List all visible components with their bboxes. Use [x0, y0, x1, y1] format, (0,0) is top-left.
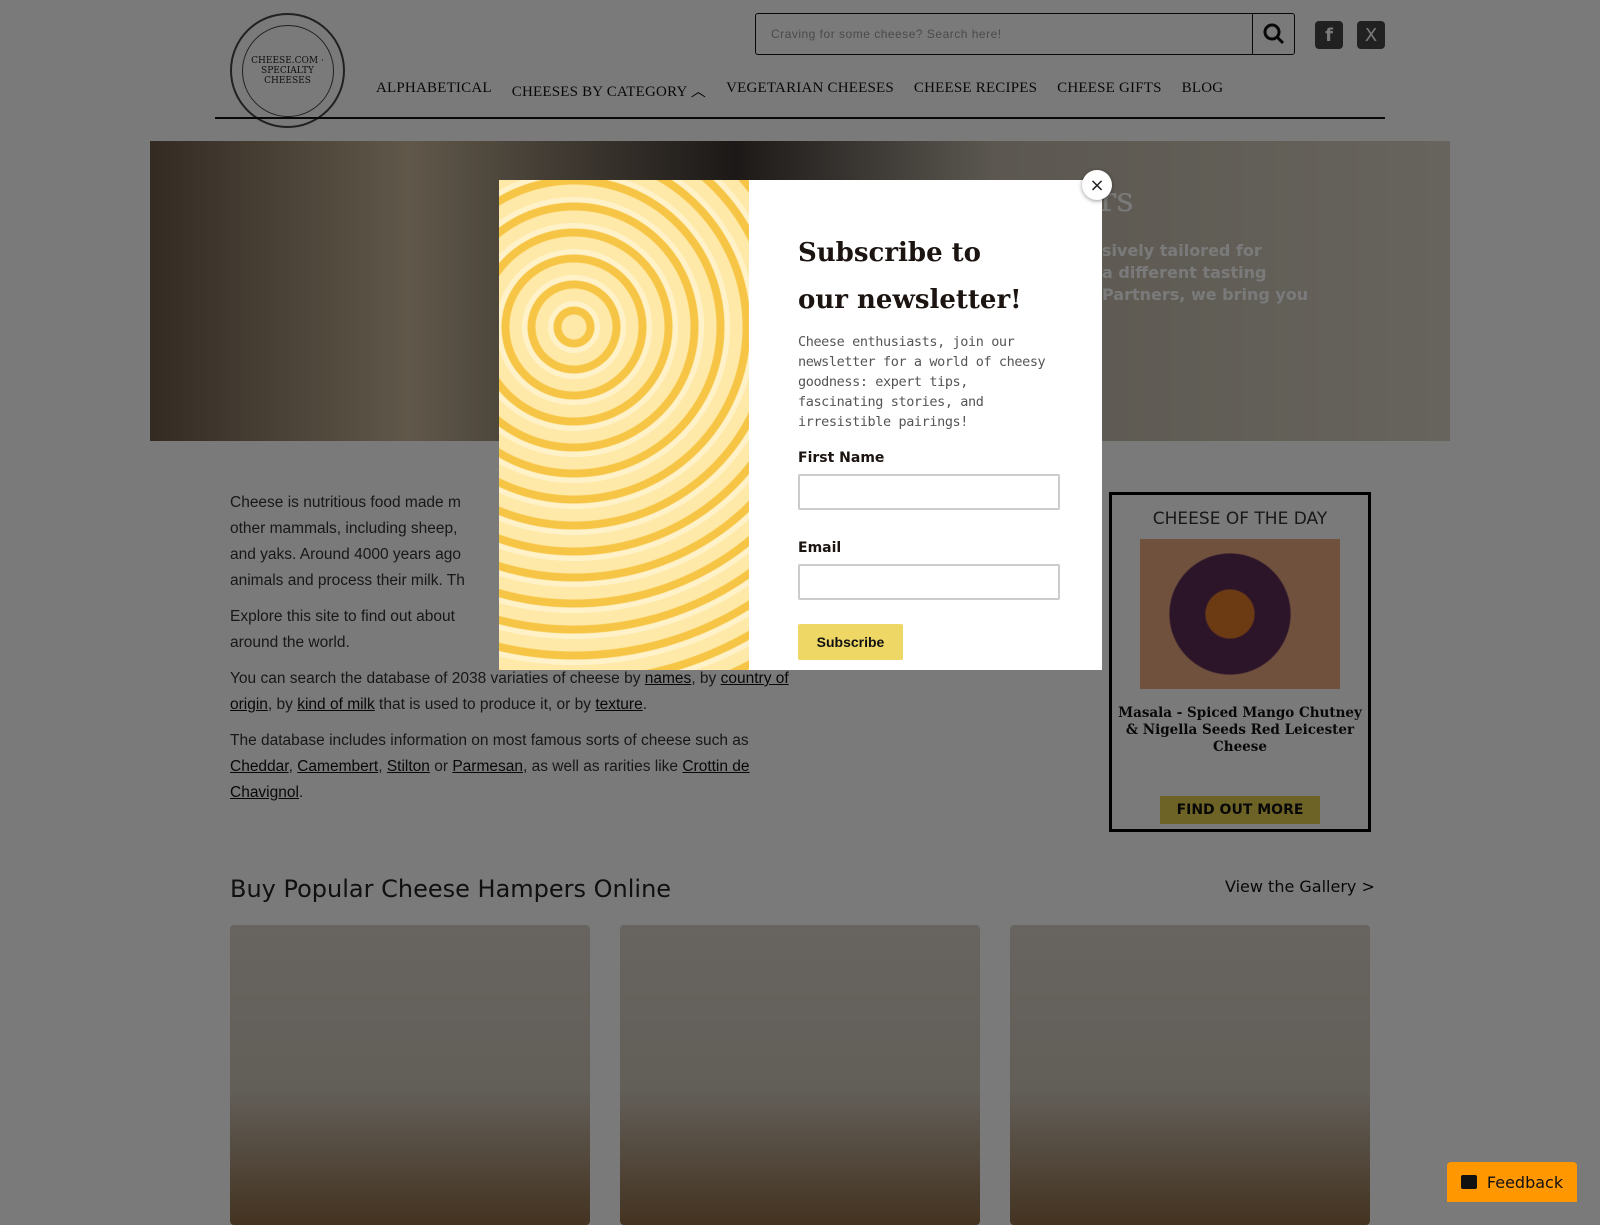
feedback-button[interactable]: Feedback: [1447, 1162, 1577, 1202]
hero-line: sively tailored for: [1102, 241, 1262, 260]
feedback-icon: [1460, 1175, 1477, 1189]
nav-vegetarian[interactable]: VEGETARIAN CHEESES: [726, 80, 894, 101]
cotd-name[interactable]: Masala - Spiced Mango Chutney & Nigella …: [1112, 705, 1368, 756]
newsletter-popup: Subscribe to our newsletter! Cheese enthu…: [749, 180, 1102, 670]
link-names[interactable]: names: [645, 670, 692, 687]
close-popup-button[interactable]: ×: [1082, 170, 1112, 200]
search-icon: [1263, 23, 1284, 45]
cotd-title: CHEESE OF THE DAY: [1152, 509, 1328, 529]
search-input[interactable]: [756, 14, 1252, 54]
hampers-heading: Buy Popular Cheese Hampers Online: [230, 875, 672, 903]
link-milk[interactable]: kind of milk: [297, 696, 375, 713]
link-parmesan[interactable]: Parmesan: [452, 758, 523, 775]
hero-line: a different tasting: [1102, 263, 1267, 282]
popup-cheese-illustration: [499, 180, 749, 670]
logo-text: CHEESE.COM · SPECIALTY CHEESES: [241, 24, 334, 117]
main-nav: ALPHABETICAL CHEESES BY CATEGORY ︿ VEGET…: [376, 80, 1223, 101]
nav-label: CHEESES BY CATEGORY: [511, 84, 687, 100]
header-divider: [215, 117, 1385, 119]
view-gallery-link[interactable]: View the Gallery >: [1225, 877, 1375, 896]
find-out-more-button[interactable]: FIND OUT MORE: [1159, 796, 1321, 824]
nav-alphabetical[interactable]: ALPHABETICAL: [376, 80, 492, 101]
link-cheddar[interactable]: Cheddar: [230, 758, 289, 775]
search-bar: [755, 13, 1295, 55]
subscribe-button[interactable]: Subscribe: [798, 624, 903, 660]
site-logo[interactable]: CHEESE.COM · SPECIALTY CHEESES: [230, 13, 345, 128]
search-button[interactable]: [1252, 14, 1294, 54]
link-texture[interactable]: texture: [595, 696, 642, 713]
x-icon[interactable]: X: [1357, 21, 1385, 49]
email-input[interactable]: [798, 564, 1060, 600]
email-label: Email: [798, 540, 842, 556]
popup-description: Cheese enthusiasts, join our newsletter …: [798, 334, 1046, 430]
hamper-card[interactable]: [1010, 925, 1370, 1225]
link-camembert[interactable]: Camembert: [297, 758, 378, 775]
hero-text: sively tailored for a different tasting …: [1102, 240, 1308, 306]
facebook-icon[interactable]: f: [1315, 21, 1343, 49]
intro-paragraph-3: You can search the database of 2038 vari…: [230, 670, 789, 713]
cheese-of-the-day: CHEESE OF THE DAY Masala - Spiced Mango …: [1109, 492, 1371, 832]
feedback-label: Feedback: [1486, 1172, 1564, 1192]
hamper-card[interactable]: [230, 925, 590, 1225]
nav-cheeses-by-category[interactable]: CHEESES BY CATEGORY ︿: [512, 80, 706, 101]
hero-line: Partners, we bring you: [1102, 285, 1309, 304]
nav-gifts[interactable]: CHEESE GIFTS: [1057, 80, 1162, 101]
hamper-card[interactable]: [620, 925, 980, 1225]
close-icon: ×: [1089, 174, 1105, 196]
popup-title: Subscribe to our newsletter!: [798, 238, 1022, 315]
nav-blog[interactable]: BLOG: [1182, 80, 1224, 101]
first-name-label: First Name: [798, 450, 885, 466]
nav-recipes[interactable]: CHEESE RECIPES: [914, 80, 1037, 101]
intro-paragraph-4: The database includes information on mos…: [230, 732, 750, 801]
first-name-input[interactable]: [798, 474, 1060, 510]
link-stilton[interactable]: Stilton: [387, 758, 430, 775]
cotd-image[interactable]: [1140, 539, 1340, 689]
chevron-up-icon: ︿: [690, 84, 707, 100]
